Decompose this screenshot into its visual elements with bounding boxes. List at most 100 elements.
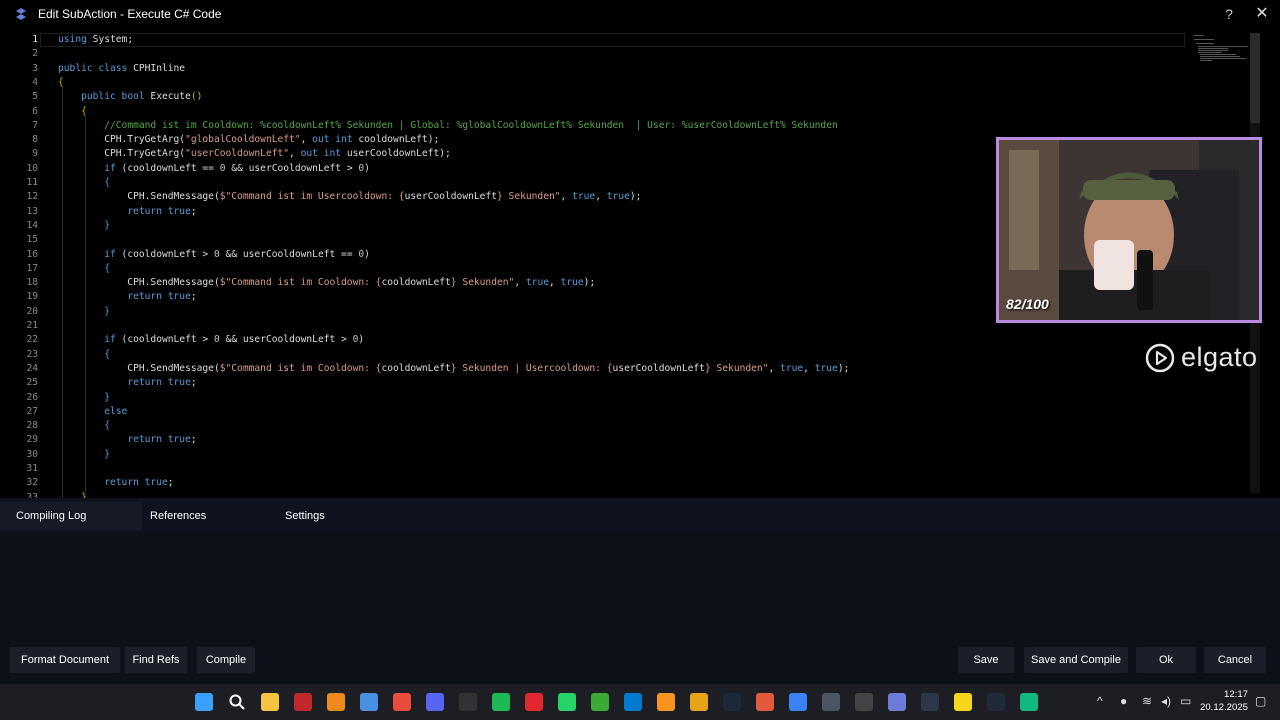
compiling-log-area: [0, 532, 1280, 642]
chevron-up-icon[interactable]: ^: [1097, 694, 1103, 708]
r-app-icon[interactable]: [690, 693, 708, 711]
tab-references[interactable]: References: [134, 502, 264, 530]
discord-icon[interactable]: [426, 693, 444, 711]
line-number: 8: [32, 134, 38, 146]
tools-icon[interactable]: [756, 693, 774, 711]
code-line[interactable]: 1 using System;: [0, 33, 1250, 47]
code-line[interactable]: 29 return true;: [0, 433, 1250, 447]
code-line[interactable]: 23 {: [0, 348, 1250, 362]
code-line[interactable]: 25 return true;: [0, 376, 1250, 390]
tab-compiling-log[interactable]: Compiling Log: [0, 502, 142, 530]
line-number: 29: [26, 434, 38, 446]
microphone-icon[interactable]: ●: [1120, 694, 1127, 708]
code-line[interactable]: 22 if (cooldownLeft > 0 && userCooldownL…: [0, 333, 1250, 347]
code-text[interactable]: {: [58, 419, 110, 433]
find-refs-button[interactable]: Find Refs: [125, 647, 187, 673]
code-minimap[interactable]: [1192, 34, 1250, 62]
code-text[interactable]: CPH.TryGetArg("globalCooldownLeft", out …: [58, 133, 439, 147]
wifi-icon[interactable]: ≋: [1142, 694, 1152, 708]
code-text[interactable]: return true;: [58, 433, 196, 447]
code-text[interactable]: return true;: [58, 376, 196, 390]
notification-icon[interactable]: ▢: [1255, 694, 1266, 708]
network-app-icon[interactable]: [822, 693, 840, 711]
chrome-icon[interactable]: [360, 693, 378, 711]
code-text[interactable]: return true;: [58, 476, 173, 490]
obs-icon[interactable]: [855, 693, 873, 711]
code-text[interactable]: return true;: [58, 205, 196, 219]
code-line[interactable]: 32 return true;: [0, 476, 1250, 490]
code-text[interactable]: CPH.SendMessage($"Command ist im Cooldow…: [58, 276, 595, 290]
whatsapp-icon[interactable]: [558, 693, 576, 711]
code-line[interactable]: 5 public bool Execute(): [0, 90, 1250, 104]
vlc-icon[interactable]: [327, 693, 345, 711]
code-line[interactable]: 30 }: [0, 448, 1250, 462]
code-text[interactable]: CPH.TryGetArg("userCooldownLeft", out in…: [58, 147, 451, 161]
volume-icon[interactable]: ◂): [1161, 694, 1171, 708]
filezilla-icon[interactable]: [294, 693, 312, 711]
code-text[interactable]: }: [58, 219, 110, 233]
code-line[interactable]: 26 }: [0, 391, 1250, 405]
code-text[interactable]: using System;: [58, 33, 133, 47]
file-explorer-icon[interactable]: [261, 693, 279, 711]
code-text[interactable]: if (cooldownLeft > 0 && userCooldownLeft…: [58, 333, 364, 347]
orange-app-icon[interactable]: [657, 693, 675, 711]
vscode-icon[interactable]: [624, 693, 642, 711]
scrollbar-thumb[interactable]: [1250, 33, 1260, 123]
compile-button[interactable]: Compile: [197, 647, 255, 673]
battery-icon[interactable]: ▭: [1180, 694, 1191, 708]
code-text[interactable]: public class CPHInline: [58, 62, 185, 76]
code-text[interactable]: if (cooldownLeft == 0 && userCooldownLef…: [58, 162, 370, 176]
steam-icon[interactable]: [723, 693, 741, 711]
close-button[interactable]: ✕: [1251, 4, 1273, 24]
code-text[interactable]: public bool Execute(): [58, 90, 202, 104]
code-text[interactable]: //Command ist im Cooldown: %cooldownLeft…: [58, 119, 838, 133]
code-line[interactable]: 3 public class CPHInline: [0, 62, 1250, 76]
line-number: 31: [26, 463, 38, 474]
code-line[interactable]: 24 CPH.SendMessage($"Command ist im Cool…: [0, 362, 1250, 376]
code-text[interactable]: {: [58, 262, 110, 276]
audio-app-icon[interactable]: [987, 693, 1005, 711]
help-button[interactable]: ?: [1218, 4, 1240, 24]
code-line[interactable]: 4{: [0, 76, 1250, 90]
line-number: 2: [32, 48, 38, 60]
code-line[interactable]: 7 //Command ist im Cooldown: %cooldownLe…: [0, 119, 1250, 133]
code-line[interactable]: 27 else: [0, 405, 1250, 419]
epic-games-icon[interactable]: [459, 693, 477, 711]
streamerbot-icon[interactable]: [888, 693, 906, 711]
chrome-alt-icon[interactable]: [393, 693, 411, 711]
davinci-icon[interactable]: [921, 693, 939, 711]
code-text[interactable]: return true;: [58, 290, 196, 304]
red-diamond-icon[interactable]: [525, 693, 543, 711]
code-text[interactable]: CPH.SendMessage($"Command ist im Usercoo…: [58, 190, 641, 204]
code-text[interactable]: if (cooldownLeft > 0 && userCooldownLeft…: [58, 248, 370, 262]
code-text[interactable]: }: [58, 305, 110, 319]
code-line[interactable]: 2: [0, 47, 1250, 61]
code-line[interactable]: 33 }: [0, 491, 1250, 498]
code-text[interactable]: {: [58, 348, 110, 362]
sticky-notes-icon[interactable]: [954, 693, 972, 711]
save-button[interactable]: Save: [958, 647, 1014, 673]
line-number: 4: [32, 76, 38, 88]
code-text[interactable]: }: [58, 391, 110, 405]
drop-icon[interactable]: [789, 693, 807, 711]
green-app-icon[interactable]: [591, 693, 609, 711]
code-line[interactable]: 31: [0, 462, 1250, 476]
format-document-button[interactable]: Format Document: [10, 647, 120, 673]
webcam-image: [999, 140, 1259, 320]
ok-button[interactable]: Ok: [1136, 647, 1196, 673]
spotify-icon[interactable]: [492, 693, 510, 711]
code-text[interactable]: CPH.SendMessage($"Command ist im Cooldow…: [58, 362, 849, 376]
search-icon[interactable]: [228, 693, 246, 711]
code-text[interactable]: }: [58, 448, 110, 462]
save-and-compile-button[interactable]: Save and Compile: [1024, 647, 1128, 673]
webcam-counter-text: 82/100: [1006, 296, 1049, 312]
cancel-button[interactable]: Cancel: [1204, 647, 1266, 673]
code-text[interactable]: {: [58, 176, 110, 190]
tab-settings[interactable]: Settings: [269, 502, 399, 530]
code-text[interactable]: else: [58, 405, 127, 419]
windows-start-icon[interactable]: [195, 693, 213, 711]
taskbar-clock[interactable]: 12:17 20.12.2025: [1196, 688, 1248, 714]
green-square-icon[interactable]: [1020, 693, 1038, 711]
code-line[interactable]: 28 {: [0, 419, 1250, 433]
code-line[interactable]: 6 {: [0, 105, 1250, 119]
